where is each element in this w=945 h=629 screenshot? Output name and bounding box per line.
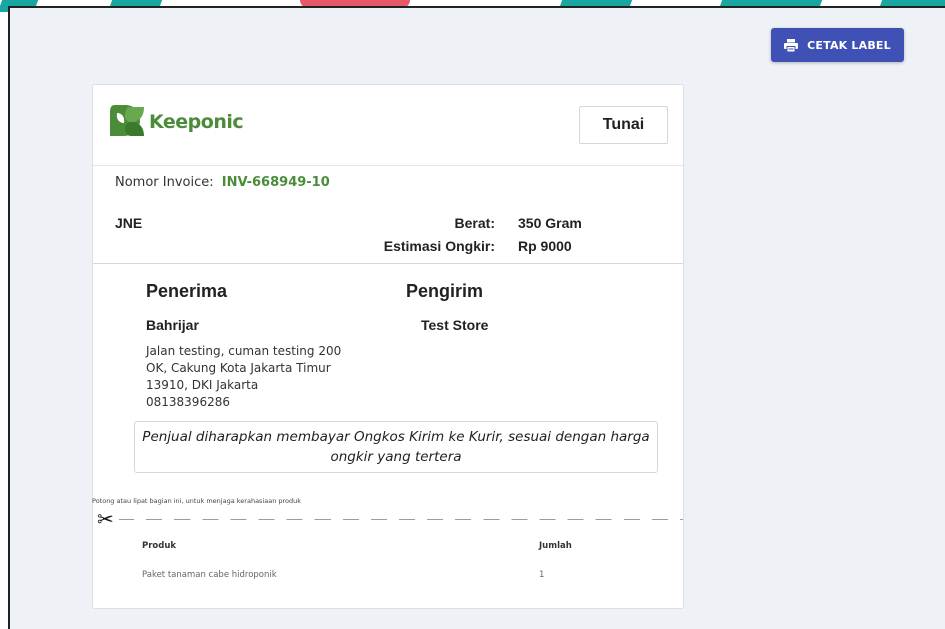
print-label-text: CETAK LABEL: [807, 38, 891, 52]
weight-value: 350 Gram: [518, 215, 582, 231]
recipient-address-line: Jalan testing, cuman testing 200: [146, 344, 342, 358]
recipient-phone: 08138396286: [146, 395, 230, 409]
invoice-number: INV-668949-10: [221, 175, 330, 190]
recipient-address-line: OK, Cakung Kota Jakarta Timur: [146, 361, 331, 375]
product-name-cell: Paket tanaman cabe hidroponik: [142, 570, 277, 580]
keeponic-leaf-logo-icon: [109, 103, 145, 141]
recipient-title: Penerima: [146, 281, 228, 301]
shipping-payment-note: Penjual diharapkan membayar Ongkos Kirim…: [134, 421, 658, 473]
section-divider: [93, 263, 683, 264]
sender-name: Test Store: [421, 317, 489, 333]
shipping-label-card: Keeponic Tunai Nomor Invoice: INV-668949…: [92, 84, 684, 609]
recipient-name: Bahrijar: [146, 317, 199, 333]
weight-label: Berat:: [454, 215, 495, 231]
product-qty-cell: 1: [539, 570, 545, 580]
brand-name: Keeponic: [149, 111, 244, 133]
shipping-cost-label: Estimasi Ongkir:: [383, 238, 495, 254]
courier-name: JNE: [115, 215, 143, 231]
print-label-button[interactable]: CETAK LABEL: [771, 28, 904, 62]
recipient-address-line: 13910, DKI Jakarta: [146, 378, 259, 392]
payment-method-badge: Tunai: [579, 106, 668, 144]
printer-icon: [784, 38, 799, 52]
brand-logo: Keeponic: [109, 103, 244, 141]
qty-column-header: Jumlah: [539, 541, 572, 551]
product-column-header: Produk: [142, 541, 177, 551]
cut-line: [119, 519, 683, 520]
page-canvas: CETAK LABEL Keeponic Tunai Nomor Invoice…: [8, 6, 945, 629]
label-header: Keeponic Tunai: [93, 85, 683, 166]
invoice-number-row: Nomor Invoice: INV-668949-10: [115, 175, 330, 190]
invoice-label: Nomor Invoice:: [115, 175, 214, 190]
sender-title: Pengirim: [406, 281, 484, 301]
scissors-icon: ✂: [97, 507, 114, 531]
shipping-cost-value: Rp 9000: [518, 238, 572, 254]
cut-instruction: Potong atau lipat bagian ini, untuk menj…: [92, 497, 302, 505]
